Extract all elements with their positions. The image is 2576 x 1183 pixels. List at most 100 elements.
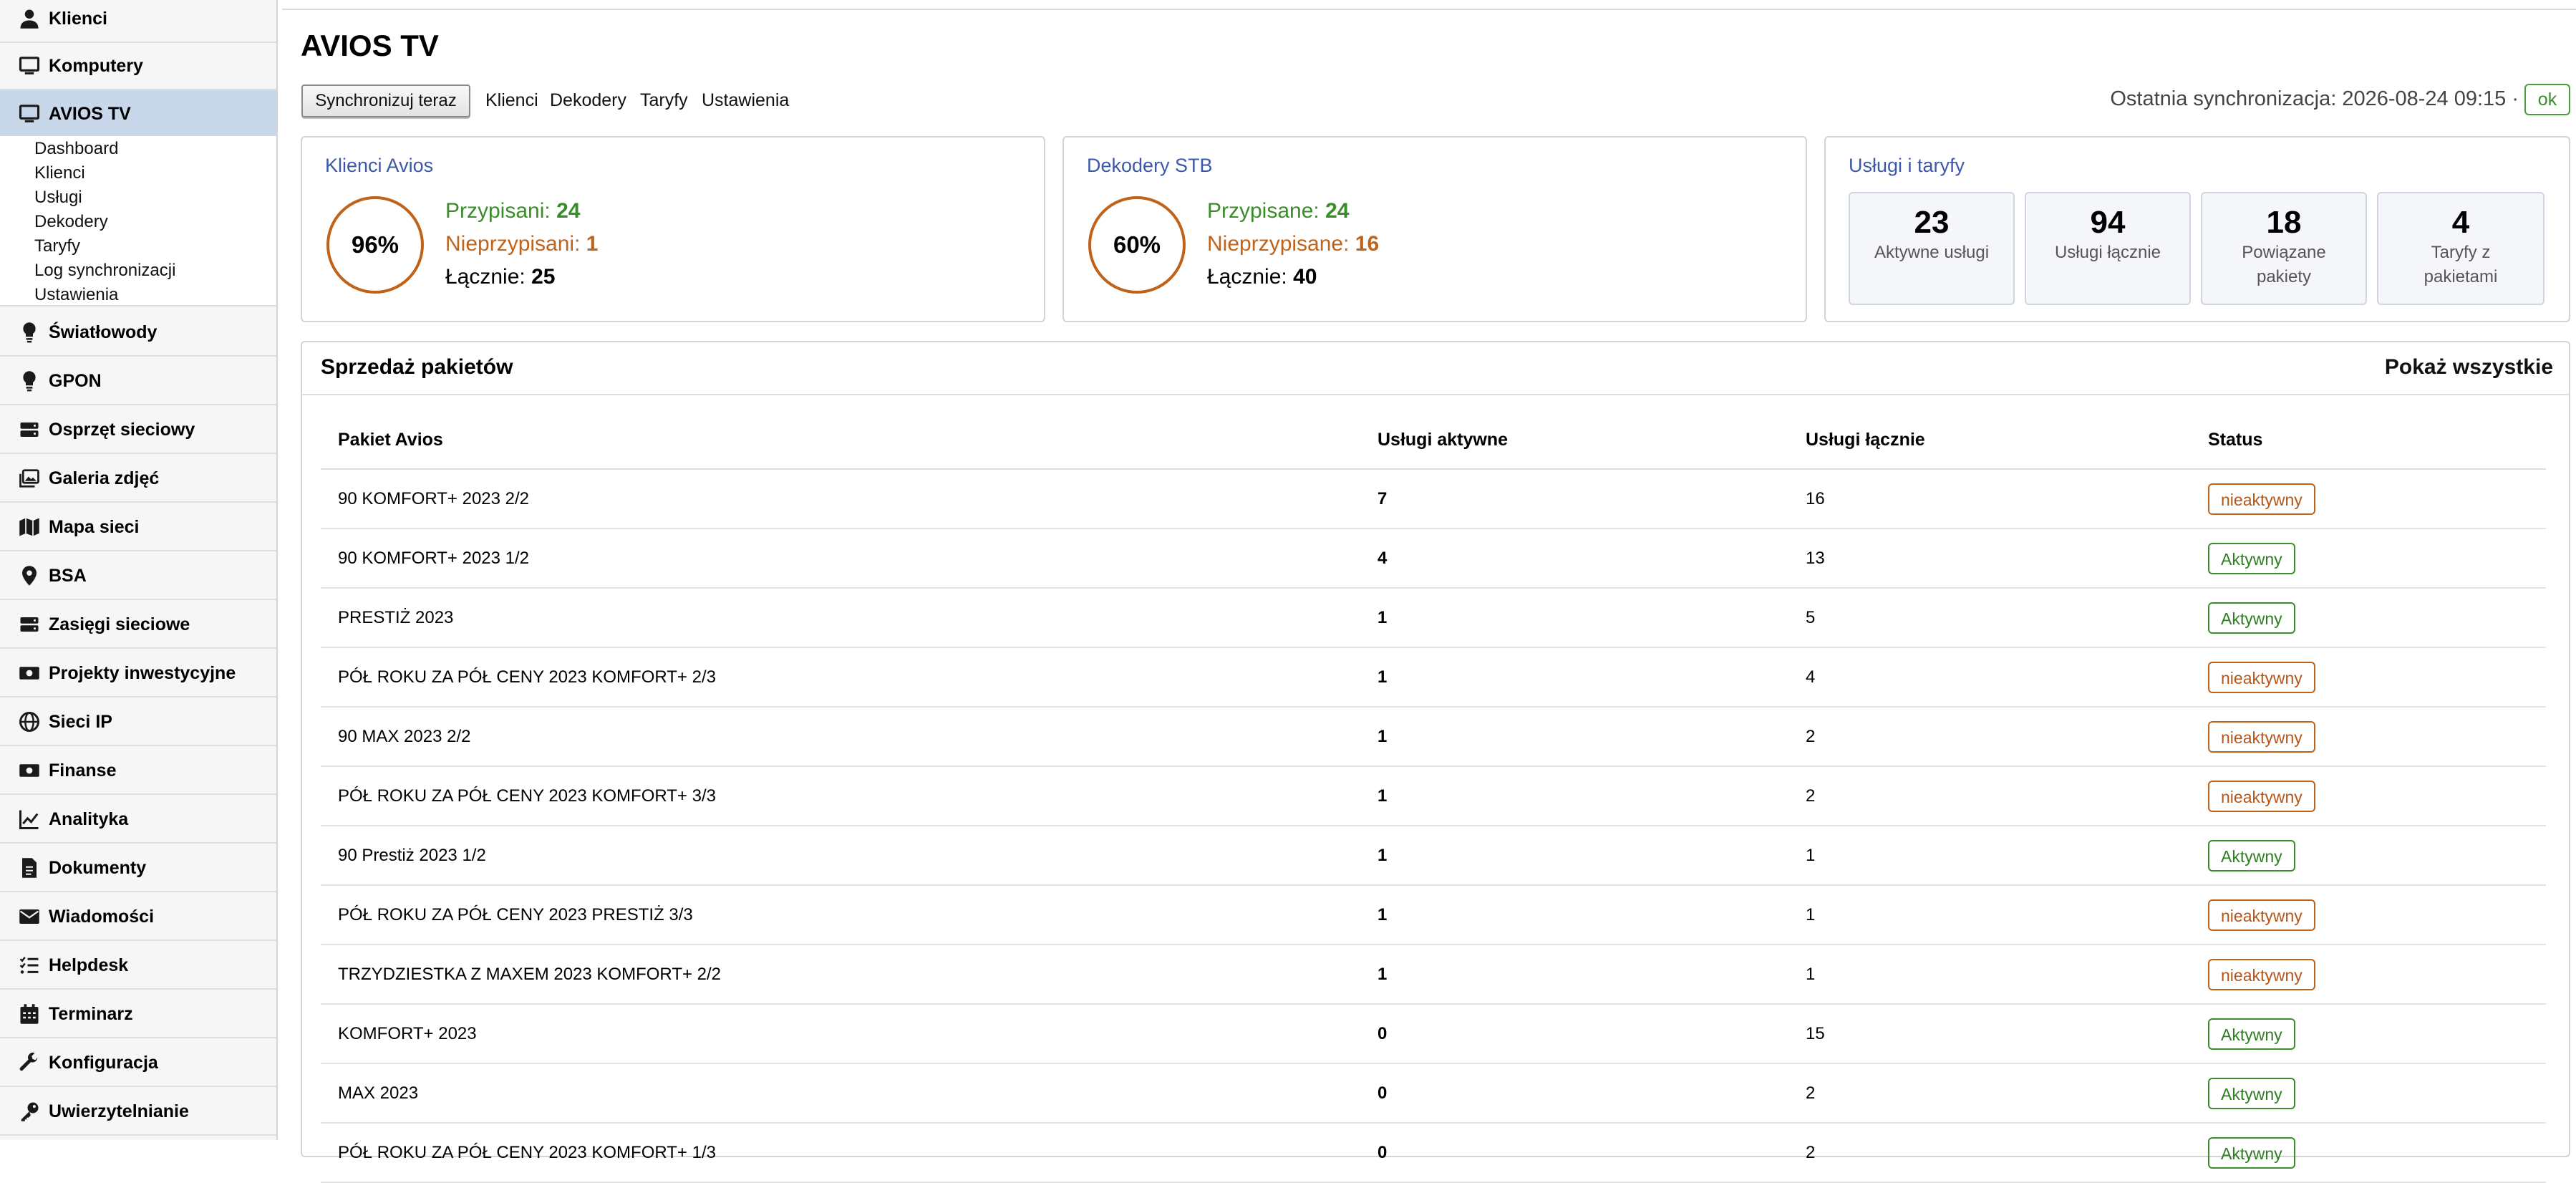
show-all-link[interactable]: Pokaż wszystkie	[2385, 355, 2553, 380]
decoders-unassigned-value: 16	[1355, 232, 1380, 256]
submenu-item-uslugi[interactable]: Usługi	[34, 187, 82, 208]
package-sales-panel: Sprzedaż pakietów Pokaż wszystkie Pakiet…	[301, 341, 2570, 1183]
sidebar-item-dokumenty[interactable]: Dokumenty	[0, 845, 276, 892]
total-services-cell: 16	[1788, 469, 2191, 529]
submenu-item-ustawienia[interactable]: Ustawienia	[34, 284, 118, 306]
link-ustawienia[interactable]: Ustawienia	[702, 90, 789, 111]
table-row[interactable]: 90 KOMFORT+ 2023 1/2 4 13 Aktywny	[321, 528, 2546, 589]
sidebar-item-label: Klienci	[49, 8, 107, 29]
package-name-cell: PÓŁ ROKU ZA PÓŁ CENY 2023 KOMFORT+ 1/3	[321, 1123, 1360, 1183]
sync-now-button[interactable]: Synchronizuj teraz	[301, 84, 470, 117]
column-header[interactable]: Pakiet Avios	[321, 411, 1360, 470]
sidebar-item-zasiegi-sieciowe[interactable]: Zasięgi sieciowe	[0, 602, 276, 649]
active-services-cell: 0	[1360, 1004, 1788, 1064]
total-services-cell: 2	[1788, 1123, 2191, 1183]
divider	[282, 9, 2576, 10]
submenu-item-dekodery[interactable]: Dekodery	[34, 211, 108, 233]
images-icon	[11, 466, 47, 491]
package-name-cell: 90 Prestiż 2023 1/2	[321, 826, 1360, 886]
sidebar-item-label: Wiadomości	[49, 906, 155, 927]
link-taryfy[interactable]: Taryfy	[640, 90, 688, 111]
sidebar-item-sieci-ip[interactable]: Sieci IP	[0, 699, 276, 746]
clients-unassigned: Nieprzypisani: 1	[445, 232, 598, 256]
table-row[interactable]: KOMFORT+ 2023 0 15 Aktywny	[321, 1004, 2546, 1064]
sidebar-item-label: Finanse	[49, 760, 117, 781]
submenu-item-klienci[interactable]: Klienci	[34, 163, 85, 184]
services-card-title: Usługi i taryfy	[1849, 155, 1965, 176]
sidebar-item-konfiguracja[interactable]: Konfiguracja	[0, 1040, 276, 1087]
tile-active-services: 23 Aktywne usługi	[1849, 192, 2015, 305]
tile-tariffs-with-packages: 4 Taryfy z pakietami	[2377, 192, 2544, 305]
decoders-card: Dekodery STB 60% Przypisane: 24 Nieprzyp…	[1062, 136, 1807, 322]
sidebar-item-uwierzytelnianie[interactable]: Uwierzytelnianie	[0, 1088, 276, 1136]
lightbulb-icon	[11, 369, 47, 393]
sidebar-item-osprzet-sieciowy[interactable]: Osprzęt sieciowy	[0, 407, 276, 454]
table-row[interactable]: 90 KOMFORT+ 2023 2/2 7 16 nieaktywny	[321, 469, 2546, 529]
decoders-assigned: Przypisane: 24	[1207, 199, 1349, 223]
status-badge: Aktywny	[2208, 602, 2295, 634]
clients-card-title: Klienci Avios	[325, 155, 434, 176]
sidebar-item-gpon[interactable]: GPON	[0, 358, 276, 405]
table-row[interactable]: PÓŁ ROKU ZA PÓŁ CENY 2023 KOMFORT+ 3/3 1 2…	[321, 766, 2546, 826]
decoders-total-value: 40	[1293, 265, 1317, 289]
status-cell: Aktywny	[2191, 1123, 2546, 1183]
total-services-cell: 4	[1788, 647, 2191, 708]
sidebar-item-terminarz[interactable]: Terminarz	[0, 991, 276, 1038]
column-header[interactable]: Usługi łącznie	[1788, 411, 2191, 470]
sidebar-item-wiadomosci[interactable]: Wiadomości	[0, 894, 276, 941]
table-row[interactable]: PÓŁ ROKU ZA PÓŁ CENY 2023 PRESTIŻ 3/3 1 1 n…	[321, 885, 2546, 945]
page-title: AVIOS TV	[301, 29, 439, 62]
active-services-cell: 0	[1360, 1063, 1788, 1124]
sidebar-item-bsa[interactable]: BSA	[0, 553, 276, 600]
table-row[interactable]: TRZYDZIESTKA Z MAXEM 2023 KOMFORT+ 2/2 1 1…	[321, 945, 2546, 1005]
active-services-cell: 1	[1360, 826, 1788, 886]
table-row[interactable]: MAX 2023 0 2 Aktywny	[321, 1063, 2546, 1124]
status-badge: nieaktywny	[2208, 661, 2315, 693]
total-services-cell: 1	[1788, 945, 2191, 1005]
sidebar-item-label: Światłowody	[49, 322, 158, 342]
table-row[interactable]: PÓŁ ROKU ZA PÓŁ CENY 2023 KOMFORT+ 1/3 0 2…	[321, 1123, 2546, 1183]
submenu-item-taryfy[interactable]: Taryfy	[34, 236, 80, 257]
sidebar-item-mapa-sieci[interactable]: Mapa sieci	[0, 504, 276, 551]
link-klienci[interactable]: Klienci	[485, 90, 538, 111]
sidebar-item-label: Projekty inwestycyjne	[49, 662, 236, 683]
server-icon	[11, 417, 47, 442]
sidebar-item-galeria-zdjec[interactable]: Galeria zdjęć	[0, 455, 276, 503]
sidebar-item-helpdesk[interactable]: Helpdesk	[0, 942, 276, 990]
sidebar-item-label: Analityka	[49, 808, 129, 829]
clients-assigned: Przypisani: 24	[445, 199, 580, 223]
key-icon	[11, 1099, 47, 1124]
sidebar-item-analityka[interactable]: Analityka	[0, 796, 276, 844]
tile-value: 23	[1914, 205, 1950, 240]
sidebar-item-komputery[interactable]: Komputery	[0, 43, 276, 90]
decoders-total-label: Łącznie:	[1207, 265, 1287, 289]
clients-total-label: Łącznie:	[445, 265, 526, 289]
sidebar-item-label: Mapa sieci	[49, 516, 140, 537]
clients-total-value: 25	[531, 265, 556, 289]
link-dekodery[interactable]: Dekodery	[550, 90, 626, 111]
table-row[interactable]: PRESTIŻ 2023 1 5 Aktywny	[321, 588, 2546, 648]
total-services-cell: 2	[1788, 766, 2191, 826]
status-badge: Aktywny	[2208, 542, 2295, 574]
sidebar-item-swiatlowody[interactable]: Światłowody	[0, 309, 276, 357]
sidebar-item-klienci[interactable]: Klienci	[0, 0, 276, 43]
server-icon	[11, 612, 47, 637]
table-row[interactable]: 90 Prestiż 2023 1/2 1 1 Aktywny	[321, 826, 2546, 886]
clients-percent: 96%	[351, 231, 400, 258]
status-cell: nieaktywny	[2191, 885, 2546, 945]
submenu-item-dashboard[interactable]: Dashboard	[34, 138, 118, 160]
table-row[interactable]: 90 MAX 2023 2/2 1 2 nieaktywny	[321, 707, 2546, 767]
status-cell: Aktywny	[2191, 528, 2546, 589]
column-header[interactable]: Usługi aktywne	[1360, 411, 1788, 470]
sidebar-item-label: Helpdesk	[49, 955, 129, 975]
sidebar-item-projekty-inwestycyjne[interactable]: Projekty inwestycyjne	[0, 650, 276, 697]
envelope-icon	[11, 904, 47, 929]
sidebar-item-avios-tv[interactable]: AVIOS TV	[0, 90, 276, 137]
table-row[interactable]: PÓŁ ROKU ZA PÓŁ CENY 2023 KOMFORT+ 2/3 1 4…	[321, 647, 2546, 708]
status-badge: Aktywny	[2208, 1136, 2295, 1169]
sidebar-item-label: AVIOS TV	[49, 103, 131, 124]
column-header[interactable]: Status	[2191, 411, 2546, 470]
status-badge: nieaktywny	[2208, 780, 2315, 812]
submenu-item-log-synchronizacji[interactable]: Log synchronizacji	[34, 260, 175, 281]
sidebar-item-finanse[interactable]: Finanse	[0, 748, 276, 795]
